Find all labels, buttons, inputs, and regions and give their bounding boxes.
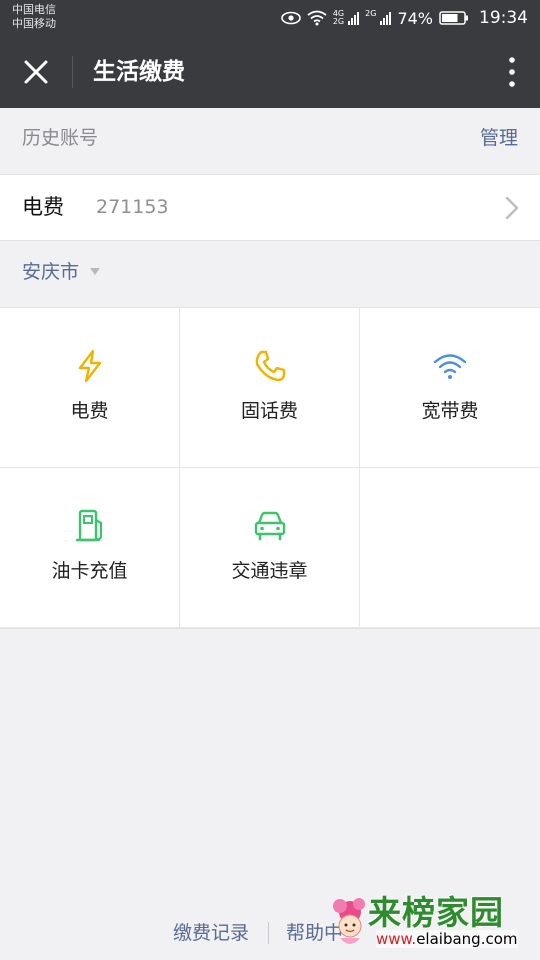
redaction-mask — [232, 190, 322, 222]
service-label: 固话费 — [240, 400, 298, 422]
title-divider — [72, 56, 73, 88]
watermark-url: www.elaibang.com — [376, 930, 518, 948]
close-icon[interactable] — [18, 54, 54, 90]
lightning-icon — [78, 349, 101, 383]
service-electricity[interactable]: 电费 — [0, 308, 179, 467]
network-type-1: 4G 2G — [333, 10, 344, 26]
signal-1-icon — [348, 11, 360, 25]
carrier-info: 中国电信 中国移动 — [12, 3, 56, 31]
watermark-url-rest: elaibang.com — [416, 930, 518, 948]
caret-down-icon — [90, 268, 100, 275]
redaction-mask — [168, 190, 214, 222]
title-bar: 生活缴费 — [0, 36, 540, 108]
service-landline[interactable]: 固话费 — [180, 308, 359, 467]
battery-icon — [439, 11, 468, 25]
battery-percent: 74% — [397, 8, 433, 28]
watermark-title: 来榜家园 — [368, 893, 504, 932]
phone-icon — [255, 350, 285, 382]
signal-2-icon — [380, 11, 392, 25]
service-fuel-card[interactable]: 油卡充值 — [0, 468, 179, 627]
page: 中国电信 中国移动 4G 2G 2G 74% 19:34 生活缴费 历史账号 管… — [0, 0, 540, 960]
network-type-2: 2G — [365, 10, 376, 26]
wifi-icon — [433, 354, 467, 379]
carrier-2: 中国移动 — [12, 17, 56, 30]
carrier-1: 中国电信 — [12, 3, 56, 16]
service-broadband[interactable]: 宽带费 — [360, 308, 540, 467]
eye-icon — [281, 11, 301, 25]
service-grid: 电费 固话费 宽带费 油卡充值 交通违章 — [0, 308, 540, 629]
car-icon — [254, 511, 285, 541]
status-indicators: 4G 2G 2G 74% 19:34 — [281, 0, 528, 36]
city-name: 安庆市 — [22, 261, 80, 283]
more-options-icon[interactable] — [506, 56, 518, 88]
status-bar: 中国电信 中国移动 4G 2G 2G 74% 19:34 — [0, 0, 540, 36]
manage-button[interactable]: 管理 — [480, 108, 518, 168]
account-type: 电费 — [22, 195, 64, 219]
clock: 19:34 — [479, 8, 528, 28]
fuel-pump-icon — [75, 509, 102, 542]
page-title: 生活缴费 — [93, 59, 185, 85]
wifi-status-icon — [307, 10, 327, 26]
service-label: 油卡充值 — [51, 560, 128, 582]
city-selector[interactable]: 安庆市 — [0, 241, 540, 308]
history-accounts-header: 历史账号 管理 — [0, 108, 540, 175]
history-accounts-label: 历史账号 — [22, 127, 99, 149]
watermark: 来榜家园 www.elaibang.com — [326, 886, 536, 958]
service-traffic-violation[interactable]: 交通违章 — [180, 468, 359, 627]
payment-records-link[interactable]: 缴费记录 — [173, 918, 249, 945]
network-type-1-bottom: 2G — [332, 17, 345, 26]
watermark-url-prefix: www. — [376, 930, 417, 948]
service-label: 宽带费 — [421, 400, 479, 422]
chevron-right-icon — [505, 196, 519, 220]
service-empty-slot — [360, 468, 540, 627]
service-label: 电费 — [70, 400, 109, 422]
footer-divider — [268, 922, 269, 944]
service-label: 交通违章 — [231, 560, 308, 582]
